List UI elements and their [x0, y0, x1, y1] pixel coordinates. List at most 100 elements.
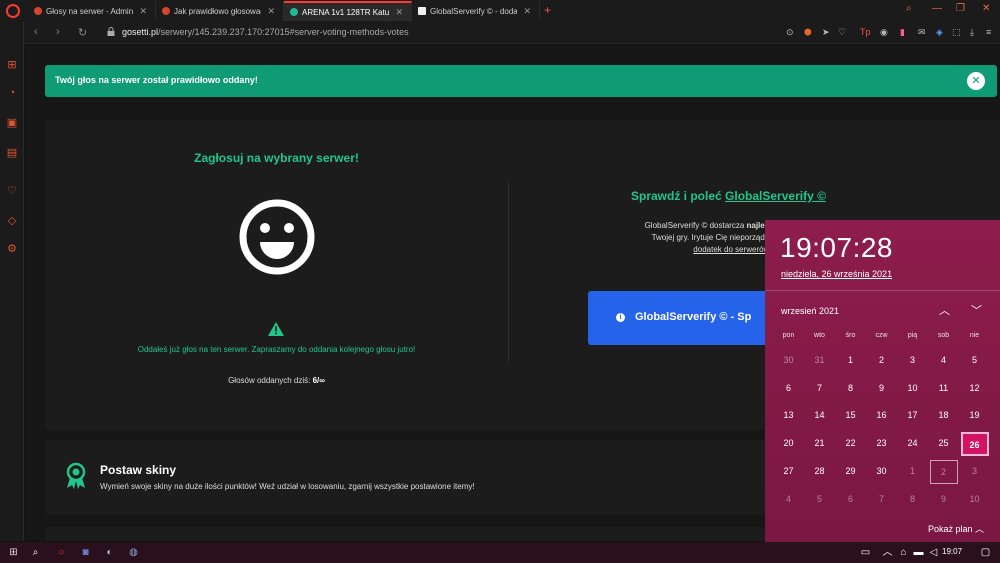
- calendar-day[interactable]: 16: [866, 402, 897, 429]
- close-window-icon[interactable]: ✕: [982, 3, 990, 14]
- settings-icon[interactable]: ⚙: [5, 242, 19, 256]
- calendar-day[interactable]: 9: [866, 375, 897, 402]
- calendar-day[interactable]: 3: [959, 458, 990, 485]
- calendar-day[interactable]: 2: [866, 347, 897, 374]
- calendar-day[interactable]: 5: [804, 486, 835, 513]
- calendar-day[interactable]: 4: [928, 347, 959, 374]
- tab-globalserverify[interactable]: GlobalServerify © - dodatek ✕: [412, 1, 540, 21]
- calendar-day[interactable]: 20: [773, 430, 804, 457]
- calendar-day[interactable]: 30: [866, 458, 897, 485]
- minimize-icon[interactable]: —: [932, 3, 942, 14]
- calendar-day[interactable]: 6: [773, 375, 804, 402]
- url-field[interactable]: gosetti.pl/serwery/145.239.237.170:27015…: [122, 27, 409, 37]
- tab-arena[interactable]: ARENA 1v1 128TR Katujem ✕: [284, 1, 412, 21]
- tab-votes[interactable]: Głosy na serwer - Administ ✕: [28, 1, 156, 21]
- calendar-day[interactable]: 7: [804, 375, 835, 402]
- opera-taskbar-icon[interactable]: ○: [54, 545, 69, 560]
- speed-dial-icon[interactable]: ◔: [5, 86, 19, 100]
- calendar-day[interactable]: 10: [897, 375, 928, 402]
- calendar-day[interactable]: 30: [773, 347, 804, 374]
- calendar-day[interactable]: 3: [897, 347, 928, 374]
- globalserverify-link[interactable]: GlobalServerify ©: [725, 189, 826, 203]
- tab-how-to-vote[interactable]: Jak prawidłowo głosować z ✕: [156, 1, 284, 21]
- calendar-day[interactable]: 8: [897, 486, 928, 513]
- tab-close-icon[interactable]: ✕: [133, 6, 147, 17]
- calendar-day[interactable]: 22: [835, 430, 866, 457]
- calendar-day[interactable]: 18: [928, 402, 959, 429]
- next-month-icon[interactable]: ﹀: [971, 302, 982, 318]
- calendar-day[interactable]: 1: [897, 458, 928, 485]
- extension-icon[interactable]: ▮: [900, 27, 905, 38]
- calendar-day[interactable]: 19: [959, 402, 990, 429]
- calendar-day[interactable]: 29: [835, 458, 866, 485]
- heart-icon[interactable]: ♡: [838, 27, 846, 38]
- back-icon[interactable]: ‹: [34, 26, 38, 38]
- calendar-day[interactable]: 6: [835, 486, 866, 513]
- tab-close-icon[interactable]: ✕: [389, 7, 403, 18]
- show-hidden-icons[interactable]: ︿: [880, 545, 895, 560]
- taskbar-clock[interactable]: 19:07: [942, 547, 962, 556]
- extension-icon[interactable]: ✉: [918, 27, 926, 38]
- extensions-icon[interactable]: ⬚: [952, 27, 961, 38]
- tab-close-icon[interactable]: ✕: [517, 6, 531, 17]
- calendar-day[interactable]: 2: [928, 458, 959, 485]
- opera-menu-icon[interactable]: [6, 4, 20, 18]
- menu-icon[interactable]: ≡: [986, 27, 991, 37]
- adblock-icon[interactable]: ⬢: [804, 27, 812, 38]
- restore-icon[interactable]: ❐: [956, 3, 965, 14]
- discord-icon[interactable]: ◙: [78, 545, 93, 560]
- twitch-icon[interactable]: ▤: [5, 146, 19, 160]
- extension-icon[interactable]: ◈: [936, 27, 943, 38]
- new-tab-button[interactable]: +: [544, 3, 551, 17]
- calendar-day[interactable]: 25: [928, 430, 959, 457]
- calendar-day[interactable]: 14: [804, 402, 835, 429]
- steam-icon[interactable]: ◐: [102, 545, 117, 560]
- votes-today: Głosów oddanych dziś: 6/∞: [228, 376, 325, 385]
- network-icon[interactable]: ⌂: [896, 545, 911, 560]
- forward-icon[interactable]: ›: [56, 26, 60, 38]
- windows-start-icon[interactable]: ⊞: [6, 545, 21, 560]
- search-icon[interactable]: ⌕: [28, 545, 43, 560]
- share-icon[interactable]: ➤: [822, 27, 830, 38]
- notifications-icon[interactable]: ▢: [978, 545, 993, 560]
- alert-close-button[interactable]: ✕: [967, 72, 985, 90]
- battery-icon[interactable]: ▬: [911, 545, 926, 560]
- calendar-day[interactable]: 15: [835, 402, 866, 429]
- volume-icon[interactable]: ◁: [926, 545, 941, 560]
- search-tabs-icon[interactable]: ⌕: [906, 3, 912, 14]
- date-link[interactable]: niedziela, 26 września 2021: [781, 269, 892, 279]
- calendar-day[interactable]: 11: [928, 375, 959, 402]
- extension-icon[interactable]: ◉: [880, 27, 888, 38]
- calendar-day[interactable]: 31: [804, 347, 835, 374]
- calendar-day[interactable]: 1: [835, 347, 866, 374]
- calendar-day[interactable]: 24: [897, 430, 928, 457]
- download-icon[interactable]: ⤓: [970, 27, 974, 38]
- calendar-day[interactable]: 5: [959, 347, 990, 374]
- shop-icon[interactable]: ▣: [5, 116, 19, 130]
- calendar-day[interactable]: 17: [897, 402, 928, 429]
- gamepad-icon[interactable]: ⊞: [5, 58, 19, 72]
- month-label[interactable]: wrzesień 2021: [781, 306, 839, 316]
- keyboard-icon[interactable]: ▭: [858, 545, 873, 560]
- reload-icon[interactable]: ↻: [78, 26, 87, 39]
- show-plan-button[interactable]: Pokaż plan ︿: [928, 522, 984, 535]
- calendar-day[interactable]: 9: [928, 486, 959, 513]
- previous-month-icon[interactable]: ︿: [939, 302, 950, 318]
- heart-icon[interactable]: ♡: [5, 184, 19, 198]
- calendar-day[interactable]: 8: [835, 375, 866, 402]
- box-icon[interactable]: ◇: [5, 214, 19, 228]
- calendar-day[interactable]: 27: [773, 458, 804, 485]
- camera-icon[interactable]: ⊙: [786, 27, 794, 38]
- calendar-day[interactable]: 7: [866, 486, 897, 513]
- calendar-day[interactable]: 23: [866, 430, 897, 457]
- calendar-day[interactable]: 26: [959, 430, 990, 457]
- calendar-day[interactable]: 28: [804, 458, 835, 485]
- calendar-day[interactable]: 10: [959, 486, 990, 513]
- tab-close-icon[interactable]: ✕: [261, 6, 275, 17]
- app-icon[interactable]: ◍: [126, 545, 141, 560]
- calendar-day[interactable]: 4: [773, 486, 804, 513]
- calendar-day[interactable]: 21: [804, 430, 835, 457]
- extension-icon[interactable]: Tp: [860, 27, 871, 37]
- calendar-day[interactable]: 12: [959, 375, 990, 402]
- calendar-day[interactable]: 13: [773, 402, 804, 429]
